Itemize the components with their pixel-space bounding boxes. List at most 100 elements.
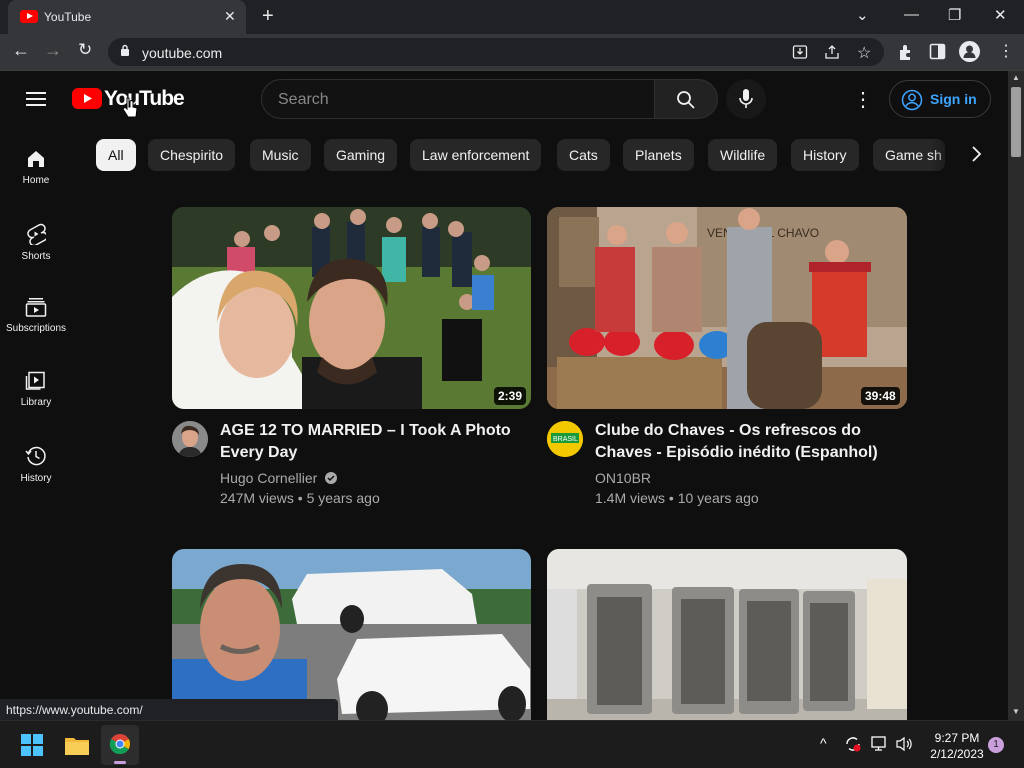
sidebar-item-label: Library (20, 397, 52, 408)
search-placeholder: Search (278, 91, 329, 108)
sign-in-label: Sign in (930, 91, 977, 107)
video-thumbnail[interactable] (547, 549, 907, 720)
tab-search-chevron-icon[interactable]: ⌄ (856, 6, 869, 24)
forward-arrow-icon[interactable]: → (44, 40, 62, 61)
url-text: youtube.com (142, 45, 223, 61)
scroll-down-icon[interactable]: ▼ (1012, 707, 1020, 716)
taskbar-clock[interactable]: 9:27 PM 2/12/2023 (922, 730, 992, 762)
chip-fade (930, 135, 1008, 175)
share-icon[interactable] (824, 44, 840, 60)
browser-menu-icon[interactable]: ⋮ (998, 41, 1014, 61)
new-tab-button[interactable]: + (262, 5, 274, 28)
sidebar-item-label: Home (22, 175, 50, 186)
video-duration: 2:39 (494, 387, 527, 405)
channel-name[interactable]: ON10BR (595, 470, 651, 486)
channel-avatar[interactable] (172, 421, 208, 457)
chrome-icon (109, 734, 131, 755)
subscriptions-icon (25, 298, 47, 317)
minimize-button[interactable]: — (904, 6, 919, 23)
history-icon (25, 446, 46, 466)
home-icon (28, 151, 44, 167)
channel-avatar[interactable]: BRASIL (547, 421, 583, 457)
sidebar-item-label: Subscriptions (5, 323, 67, 334)
file-explorer-icon[interactable] (64, 734, 90, 756)
side-panel-icon[interactable] (929, 43, 946, 60)
wedding-photo-image (172, 207, 531, 409)
page-scrollbar[interactable]: ▲ ▼ (1008, 71, 1024, 720)
browser-tab-strip: YouTube ✕ + ⌄ — ❐ ✕ (0, 0, 1024, 34)
install-app-icon[interactable] (792, 44, 808, 60)
extensions-icon[interactable] (897, 43, 915, 61)
channel-name[interactable]: Hugo Cornellier (220, 470, 317, 486)
close-window-button[interactable]: ✕ (994, 6, 1007, 24)
video-thumbnail[interactable]: 2:39 (172, 207, 531, 409)
shorts-icon (27, 223, 46, 245)
sidebar-item-label: History (20, 473, 52, 484)
chip-planets[interactable]: Planets (623, 139, 694, 171)
youtube-logo[interactable]: YouTube (72, 87, 185, 110)
video-thumbnail[interactable] (172, 549, 531, 720)
chrome-taskbar-button[interactable] (101, 725, 139, 765)
link-status-bubble: https://www.youtube.com/ (0, 699, 338, 720)
mouse-cursor-icon (122, 97, 138, 119)
settings-menu-icon[interactable]: ⋮ (853, 87, 873, 112)
svg-text:BRASIL: BRASIL (553, 436, 578, 443)
chip-music[interactable]: Music (250, 139, 311, 171)
sync-alert-icon[interactable] (844, 735, 862, 753)
account-icon (901, 89, 923, 111)
video-duration: 39:48 (861, 387, 900, 405)
windows-taskbar: ^ 9:27 PM 2/12/2023 1 (0, 720, 1024, 768)
video-title[interactable]: Clube do Chaves - Os refrescos do Chaves… (595, 420, 895, 464)
scroll-up-icon[interactable]: ▲ (1012, 73, 1020, 82)
el-chavo-scene-image: VENDA DEL CHAVO (547, 207, 907, 409)
search-input[interactable]: Search (261, 79, 655, 119)
hamburger-menu-icon[interactable] (26, 91, 46, 107)
chip-wildlife[interactable]: Wildlife (708, 139, 778, 171)
bookmark-star-icon[interactable]: ☆ (857, 43, 871, 63)
sign-in-button[interactable]: Sign in (889, 80, 991, 118)
search-button[interactable] (654, 79, 718, 119)
chip-all[interactable]: All (96, 139, 136, 171)
channel-name-row: Hugo Cornellier (220, 470, 338, 486)
chip-next-chevron-icon[interactable] (970, 145, 982, 163)
video-thumbnail[interactable]: VENDA DEL CHAVO 39:48 (547, 207, 907, 409)
sidebar-item-history[interactable]: History (0, 445, 72, 484)
notification-badge[interactable]: 1 (988, 737, 1004, 753)
chip-gaming[interactable]: Gaming (324, 139, 398, 171)
sidebar-item-library[interactable]: Library (0, 371, 72, 408)
back-arrow-icon[interactable]: ← (12, 40, 30, 61)
chip-chespirito[interactable]: Chespirito (148, 139, 236, 171)
reload-icon[interactable]: ↻ (78, 40, 92, 60)
tab-title: YouTube (44, 10, 92, 24)
close-tab-icon[interactable]: ✕ (224, 8, 236, 25)
sidebar-item-home[interactable]: Home (0, 149, 72, 186)
browser-tab[interactable]: YouTube ✕ (8, 0, 246, 34)
video-title[interactable]: AGE 12 TO MARRIED – I Took A Photo Every… (220, 420, 520, 464)
chip-law-enforcement[interactable]: Law enforcement (410, 139, 542, 171)
browser-toolbar: ← → ↻ youtube.com ☆ ⋮ (0, 34, 1024, 71)
clock-date: 2/12/2023 (930, 747, 984, 761)
chip-cats[interactable]: Cats (557, 139, 610, 171)
logo-text: YouTube (104, 87, 185, 110)
clock-time: 9:27 PM (934, 731, 980, 745)
youtube-page: YouTube Search ⋮ Sign in All Chespirito … (0, 71, 1008, 720)
library-icon (25, 371, 45, 390)
sidebar-item-subscriptions[interactable]: Subscriptions (0, 297, 72, 334)
verified-badge-icon (325, 472, 338, 484)
voice-search-button[interactable] (726, 79, 766, 119)
volume-icon[interactable] (895, 736, 913, 752)
windows-start-icon[interactable] (21, 734, 43, 756)
address-bar[interactable]: youtube.com ☆ (108, 38, 884, 66)
sidebar-item-label: Shorts (21, 251, 51, 262)
search-icon (677, 91, 695, 109)
restore-button[interactable]: ❐ (948, 6, 961, 24)
profile-icon[interactable] (959, 41, 980, 62)
lock-icon[interactable] (120, 44, 130, 56)
show-hidden-icons-chevron-icon[interactable]: ^ (820, 735, 827, 751)
scrollbar-thumb[interactable] (1011, 87, 1021, 157)
active-app-indicator (114, 761, 126, 764)
monte-carlo-cars-image (172, 549, 531, 720)
network-icon[interactable] (871, 736, 889, 752)
chip-history[interactable]: History (791, 139, 859, 171)
sidebar-item-shorts[interactable]: Shorts (0, 223, 72, 262)
